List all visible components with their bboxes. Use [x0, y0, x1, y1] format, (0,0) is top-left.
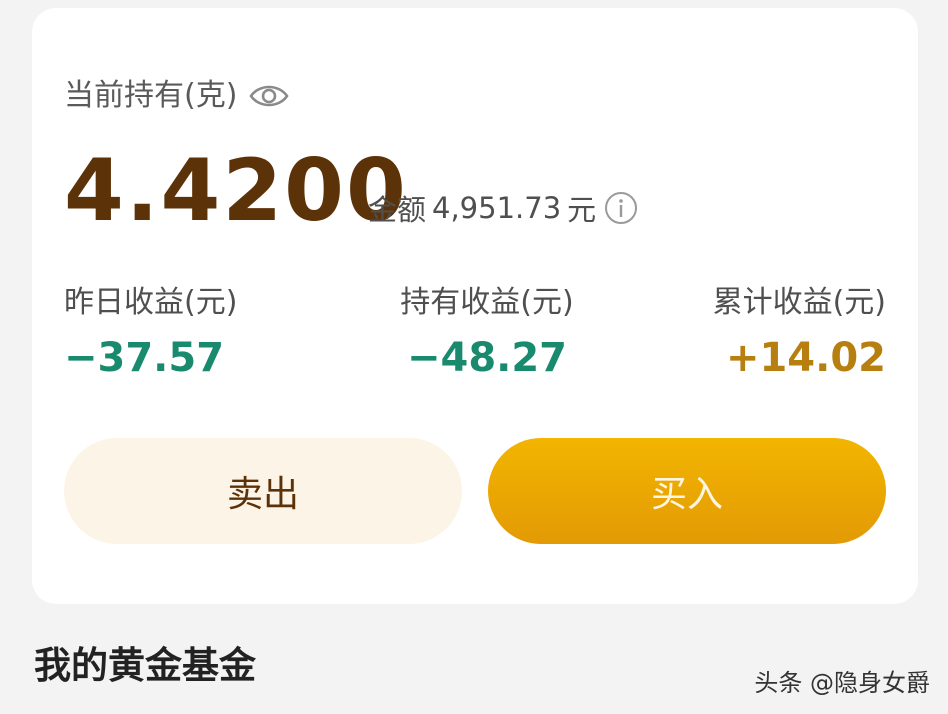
holding-label: 当前持有(克): [64, 78, 238, 113]
stat-yesterday-value: −37.57: [64, 335, 225, 381]
stat-holding: 持有收益(元) −48.27: [382, 278, 592, 388]
holding-label-row: 当前持有(克): [64, 74, 289, 118]
stat-cumulative-label: 累计收益(元): [712, 285, 886, 320]
amount-row: 金额 4,951.73 元: [368, 180, 638, 236]
stat-holding-label: 持有收益(元): [400, 285, 574, 320]
stat-holding-value: −48.27: [406, 335, 568, 381]
section-title: 我的黄金基金: [34, 644, 256, 687]
stat-cumulative: 累计收益(元) +14.02: [713, 278, 886, 388]
amount-unit: 元: [567, 193, 597, 227]
buy-button[interactable]: 买入: [488, 438, 886, 544]
stat-cumulative-value: +14.02: [725, 335, 886, 381]
stat-yesterday-label: 昨日收益(元): [64, 285, 238, 320]
sell-button[interactable]: 卖出: [64, 438, 462, 544]
holding-grams-value: 4.4200: [64, 141, 408, 241]
watermark: 头条 @隐身女爵: [754, 669, 930, 697]
stat-yesterday: 昨日收益(元) −37.57: [64, 278, 237, 388]
eye-icon[interactable]: [249, 82, 289, 110]
info-icon[interactable]: [604, 191, 638, 225]
amount-label: 金额: [368, 193, 427, 227]
amount-value: 4,951.73: [432, 191, 562, 225]
holding-card: 当前持有(克) 4.4200 金额 4,951.73 元 昨日收益(元) −37…: [32, 8, 918, 604]
